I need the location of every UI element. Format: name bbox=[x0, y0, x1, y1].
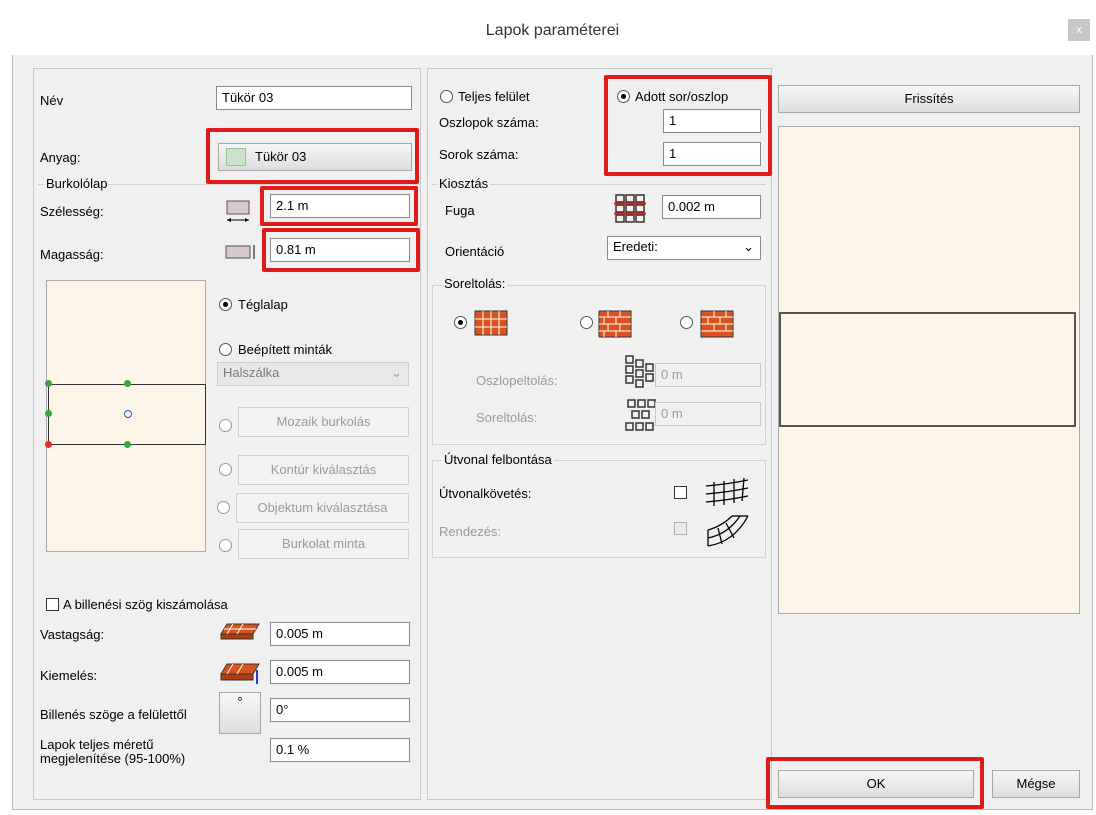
offset-row-radio[interactable] bbox=[580, 316, 593, 329]
dialog-title: Lapok paraméterei bbox=[485, 22, 620, 39]
soreltolas-group-title: Soreltolás: bbox=[442, 276, 508, 291]
orientacio-select-value: Eredeti: bbox=[613, 239, 658, 254]
fuga-label: Fuga bbox=[445, 203, 475, 218]
joint-icon bbox=[614, 194, 646, 223]
beepitett-label: Beépített minták bbox=[238, 342, 332, 357]
highlight-magassag bbox=[262, 228, 420, 272]
tile-origin-handle[interactable] bbox=[45, 441, 52, 448]
frissites-button[interactable]: Frissítés bbox=[778, 85, 1080, 113]
burkolat-radio[interactable] bbox=[219, 539, 232, 552]
nev-input[interactable]: Tükör 03 bbox=[216, 86, 412, 110]
kontur-button[interactable]: Kontúr kiválasztás bbox=[238, 455, 409, 485]
highlight-szelesseg bbox=[260, 186, 418, 226]
fuga-input[interactable]: 0.002 m bbox=[662, 195, 761, 219]
teglalap-radio[interactable] bbox=[219, 298, 232, 311]
vastagsag-input[interactable]: 0.005 m bbox=[270, 622, 410, 646]
rendezes-checkbox[interactable] bbox=[674, 522, 687, 535]
brick-running-icon bbox=[700, 310, 734, 338]
teljes-radio[interactable] bbox=[440, 90, 453, 103]
mozaik-button[interactable]: Mozaik burkolás bbox=[238, 407, 409, 437]
oszlopeltolas-input[interactable]: 0 m bbox=[655, 363, 761, 387]
oszlopeltolas-label: Oszlopeltolás: bbox=[476, 373, 558, 388]
cancel-button[interactable]: Mégse bbox=[992, 770, 1080, 798]
utvonalkovetes-checkbox[interactable] bbox=[674, 486, 687, 499]
chevron-down-icon: ⌄ bbox=[391, 365, 402, 380]
brick-staggered-icon bbox=[598, 310, 632, 338]
highlight-row-column bbox=[604, 75, 772, 176]
billenes-label: Billenés szöge a felülettől bbox=[40, 707, 187, 722]
mozaik-radio[interactable] bbox=[219, 419, 232, 432]
orientacio-select[interactable]: Eredeti: ⌄ bbox=[607, 236, 761, 260]
pattern-select-value: Halszálka bbox=[223, 365, 280, 380]
offset-icon bbox=[220, 663, 260, 684]
orientacio-label: Orientáció bbox=[445, 244, 505, 259]
teglalap-label: Téglalap bbox=[238, 297, 288, 312]
burkololap-group-title: Burkolólap bbox=[44, 176, 110, 191]
column-offset-icon bbox=[625, 355, 654, 388]
height-icon bbox=[225, 245, 255, 259]
kiemeles-input[interactable]: 0.005 m bbox=[270, 660, 410, 684]
nev-label: Név bbox=[40, 93, 64, 108]
beepitett-radio[interactable] bbox=[219, 343, 232, 356]
lapok-input[interactable]: 0.1 % bbox=[270, 738, 410, 762]
vastagsag-label: Vastagság: bbox=[40, 627, 105, 642]
pattern-select[interactable]: Halszálka ⌄ bbox=[217, 362, 409, 386]
path-curve-icon bbox=[707, 515, 749, 547]
soreltolas-input[interactable]: 0 m bbox=[655, 402, 761, 426]
lapok-label-2: megjelenítése (95-100%) bbox=[40, 751, 186, 766]
tile-handle[interactable] bbox=[45, 380, 52, 387]
thickness-icon bbox=[220, 623, 260, 640]
angle-pick-button[interactable]: ° bbox=[219, 692, 261, 734]
brick-grid-icon bbox=[474, 310, 508, 336]
billenes-input[interactable]: 0° bbox=[270, 698, 410, 722]
tile-center-handle[interactable] bbox=[124, 410, 132, 418]
objektum-radio[interactable] bbox=[217, 501, 230, 514]
tile-handle[interactable] bbox=[124, 380, 131, 387]
billenesi-checkbox[interactable] bbox=[46, 598, 59, 611]
close-button[interactable]: x bbox=[1068, 19, 1090, 41]
path-grid-icon bbox=[705, 477, 749, 506]
soreltolas-label: Soreltolás: bbox=[476, 410, 538, 425]
tile-handle[interactable] bbox=[124, 441, 131, 448]
szelesseg-label: Szélesség: bbox=[40, 204, 104, 219]
oszlopok-label: Oszlopok száma: bbox=[439, 115, 539, 130]
kontur-radio[interactable] bbox=[219, 463, 232, 476]
billenesi-label: A billenési szög kiszámolása bbox=[63, 597, 228, 612]
utvonalkovetes-label: Útvonalkövetés: bbox=[439, 486, 532, 501]
kiosztas-group-title: Kiosztás bbox=[437, 176, 491, 191]
preview-tile bbox=[779, 312, 1076, 427]
sorok-label: Sorok száma: bbox=[439, 147, 519, 162]
anyag-label: Anyag: bbox=[40, 150, 81, 165]
kiemeles-label: Kiemelés: bbox=[40, 668, 98, 683]
tile-handle[interactable] bbox=[45, 410, 52, 417]
offset-none-radio[interactable] bbox=[454, 316, 467, 329]
highlight-ok bbox=[766, 757, 984, 809]
lapok-label-1: Lapok teljes méretű bbox=[40, 737, 154, 752]
utvonal-group-title: Útvonal felbontása bbox=[442, 452, 554, 467]
teljes-label: Teljes felület bbox=[458, 89, 530, 104]
chevron-down-icon: ⌄ bbox=[743, 239, 754, 254]
row-offset-icon bbox=[625, 399, 656, 431]
highlight-material bbox=[206, 128, 419, 184]
rendezes-label: Rendezés: bbox=[439, 524, 502, 539]
offset-column-radio[interactable] bbox=[680, 316, 693, 329]
width-icon bbox=[226, 200, 250, 222]
objektum-button[interactable]: Objektum kiválasztása bbox=[236, 493, 409, 523]
burkolat-button[interactable]: Burkolat minta bbox=[238, 529, 409, 559]
magassag-label: Magasság: bbox=[40, 247, 104, 262]
